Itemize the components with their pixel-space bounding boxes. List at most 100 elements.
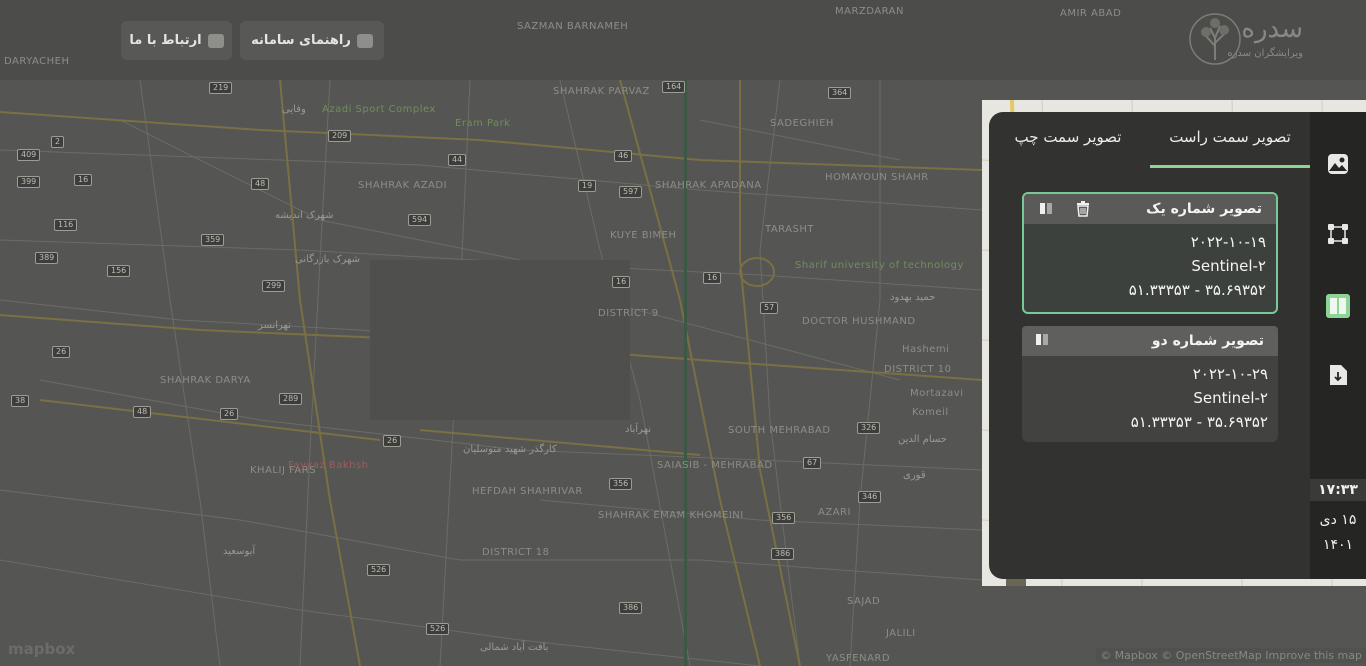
logo-subtitle: ویرایشگران سدره	[1227, 48, 1303, 59]
road-shield: 26	[52, 346, 71, 358]
road-shield: 38	[11, 395, 30, 407]
contact-button-label: ارتباط با ما	[129, 33, 202, 48]
map-label: بافت آباد شمالی	[480, 642, 549, 653]
map-label: Eram Park	[455, 118, 511, 129]
logo-text: سدره	[1241, 14, 1303, 44]
map-label: کارگذر شهید متوسلیان	[463, 444, 557, 455]
road-shield: 526	[367, 564, 391, 576]
image-card-header: تصویر شماره یک	[1024, 194, 1276, 224]
road-shield: 57	[760, 302, 779, 314]
road-shield: 386	[771, 548, 795, 560]
road-shield: 156	[107, 265, 131, 277]
map-label: SOUTH MEHRABAD	[728, 425, 831, 436]
road-shield: 594	[408, 214, 432, 226]
map-label: Komeil	[912, 407, 949, 418]
road-shield: 326	[857, 422, 881, 434]
road-shield: 164	[662, 81, 686, 93]
road-shield: 46	[614, 150, 633, 162]
download-file-icon[interactable]	[1327, 364, 1349, 386]
map-label: KUYE BIMEH	[610, 230, 677, 241]
map-label: JALILI	[886, 628, 916, 639]
road-shield: 19	[578, 180, 597, 192]
chat-bubble-icon	[356, 33, 373, 48]
map-label: Hashemi	[902, 344, 950, 355]
image-card-body: ۲۰۲۲-۱۰-۱۹ Sentinel-۲ ۳۵.۶۹۳۵۲ - ۵۱.۳۳۳۵…	[1024, 224, 1276, 302]
image-satellite: Sentinel-۲	[1191, 257, 1266, 275]
swipe-divider[interactable]	[684, 80, 687, 666]
image-card[interactable]: تصویر شماره دو ۲۰۲۲-۱۰-۲۹ Sentinel-۲ ۳۵.…	[1022, 326, 1278, 442]
road-shield: 289	[279, 393, 303, 405]
image-date: ۲۰۲۲-۱۰-۲۹	[1192, 365, 1268, 383]
road-shield: 299	[262, 280, 286, 292]
logo[interactable]	[1104, 10, 1244, 68]
mapbox-logo[interactable]: mapbox	[8, 640, 75, 658]
map-label: شهرک اندیشه	[275, 210, 334, 221]
trash-icon[interactable]	[1076, 201, 1090, 217]
road-shield: 116	[54, 219, 78, 231]
road-shield: 16	[703, 272, 722, 284]
map-label: وفایی	[282, 104, 306, 115]
road-shield: 219	[209, 82, 233, 94]
map-label: SADEGHIEH	[770, 118, 834, 129]
road-shield: 26	[383, 435, 402, 447]
map-label: SHAHRAK AZADI	[358, 180, 448, 191]
image-card-title: تصویر شماره دو	[1151, 333, 1264, 349]
map-label: حمید بهدود	[890, 292, 936, 303]
tool-sidebar: ۱۷:۳۳ ۱۵ دی ۱۴۰۱	[1310, 112, 1366, 579]
road-shield: 346	[858, 491, 882, 503]
road-shield: 409	[17, 149, 41, 161]
road-shield: 26	[220, 408, 239, 420]
polygon-icon[interactable]	[1327, 223, 1349, 245]
date-day-month: ۱۵ دی	[1319, 512, 1357, 528]
image-icon[interactable]	[1327, 153, 1349, 175]
map-label: SHAHRAK APADANA	[655, 180, 762, 191]
road-shield: 48	[251, 178, 270, 190]
map-label: SHAHRAK DARYA	[160, 375, 251, 386]
date-year: ۱۴۰۱	[1322, 537, 1354, 553]
road-shield: 399	[17, 176, 41, 188]
map-label: DISTRICT 9	[598, 308, 659, 319]
image-card-body: ۲۰۲۲-۱۰-۲۹ Sentinel-۲ ۳۵.۶۹۳۵۲ - ۵۱.۳۳۳۵…	[1022, 356, 1278, 434]
split-view-icon[interactable]	[1326, 294, 1350, 318]
clock: ۱۷:۳۳	[1310, 479, 1366, 501]
map-label: حسام الدین	[898, 434, 947, 445]
message-icon	[207, 33, 224, 48]
image-card[interactable]: تصویر شماره یک ۲۰۲۲-۱۰-۱۹ Sentinel-۲ ۳۵.…	[1022, 192, 1278, 314]
map-label: DOCTOR HUSHMAND	[802, 316, 916, 327]
map-label: DISTRICT 18	[482, 547, 550, 558]
contact-button[interactable]: ارتباط با ما	[121, 21, 232, 60]
map-label: تهرانسر	[258, 320, 291, 331]
road-shield: 526	[426, 623, 450, 635]
panel-content: تصویر سمت راست تصویر سمت چپ تصویر شماره …	[989, 112, 1310, 579]
help-button[interactable]: راهنمای سامانه	[240, 21, 384, 60]
road-shield: 209	[328, 130, 352, 142]
road-shield: 356	[609, 478, 633, 490]
tab-right-image[interactable]: تصویر سمت راست	[1150, 128, 1310, 168]
comparison-panel: تصویر سمت راست تصویر سمت چپ تصویر شماره …	[989, 112, 1366, 579]
road-shield: 356	[772, 512, 796, 524]
help-button-label: راهنمای سامانه	[251, 33, 351, 48]
road-shield: 67	[803, 457, 822, 469]
image-satellite: Sentinel-۲	[1193, 389, 1268, 407]
image-card-title: تصویر شماره یک	[1146, 201, 1262, 217]
split-view-icon[interactable]	[1040, 203, 1052, 214]
map-label: قوری	[903, 470, 926, 481]
road-shield: 2	[51, 136, 65, 148]
map-attribution[interactable]: © Mapbox © OpenStreetMap Improve this ma…	[1096, 648, 1366, 663]
road-shield: 16	[74, 174, 93, 186]
road-shield: 48	[133, 406, 152, 418]
map-label: آبوسعید	[223, 546, 256, 557]
map-label: Azadi Sport Complex	[322, 104, 436, 115]
map-label: YASFENARD	[826, 653, 891, 664]
image-card-header: تصویر شماره دو	[1022, 326, 1278, 356]
map-label: TARASHT	[765, 224, 815, 235]
road-shield: 386	[619, 602, 643, 614]
tab-left-image[interactable]: تصویر سمت چپ	[1009, 128, 1127, 168]
map-label: Mortazavi	[910, 388, 964, 399]
map-label: Fayyaz Bakhsh	[288, 460, 369, 471]
split-view-icon[interactable]	[1036, 334, 1048, 345]
image-date: ۲۰۲۲-۱۰-۱۹	[1190, 233, 1266, 251]
map-label: نهرآباد	[625, 424, 651, 435]
road-shield: 364	[828, 87, 852, 99]
map-label: SHAHRAK EMAM KHOMEINI	[598, 510, 744, 521]
